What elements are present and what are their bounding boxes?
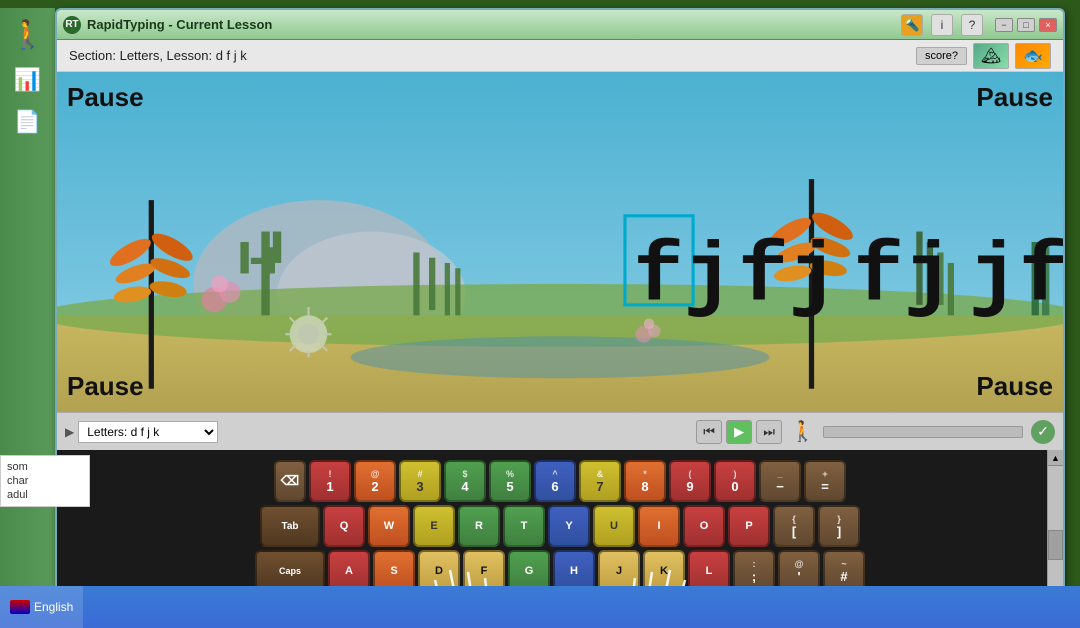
key-6[interactable]: ^6 bbox=[534, 460, 576, 502]
forward-button[interactable]: ⏭ bbox=[756, 420, 782, 444]
main-window: RT RapidTyping - Current Lesson 🔦 i ? − … bbox=[55, 8, 1065, 618]
scene-thumbnail-2[interactable]: 🐟 bbox=[1015, 43, 1051, 69]
key-7[interactable]: &7 bbox=[579, 460, 621, 502]
play-button[interactable]: ▶ bbox=[726, 420, 752, 444]
lesson-select[interactable]: Letters: d f j k bbox=[78, 421, 218, 443]
svg-text:fj: fj bbox=[633, 231, 734, 326]
pause-label-tl[interactable]: Pause bbox=[67, 82, 144, 113]
title-icons: 🔦 i ? bbox=[901, 14, 983, 36]
torch-icon-btn[interactable]: 🔦 bbox=[901, 14, 923, 36]
taskbar-english-item[interactable]: English bbox=[0, 586, 83, 628]
sidebar-item-som[interactable]: som bbox=[5, 460, 85, 474]
sidebar-item-adul[interactable]: adul bbox=[5, 488, 85, 502]
svg-text:fj: fj bbox=[738, 231, 839, 326]
key-backslash[interactable]: ⌫ bbox=[274, 460, 306, 502]
rewind-button[interactable]: ⏮ bbox=[696, 420, 722, 444]
key-5[interactable]: %5 bbox=[489, 460, 531, 502]
maximize-button[interactable]: □ bbox=[1017, 18, 1035, 32]
key-9[interactable]: (9 bbox=[669, 460, 711, 502]
title-bar: RT RapidTyping - Current Lesson 🔦 i ? − … bbox=[57, 10, 1063, 40]
section-text: Section: Letters, Lesson: d f j k bbox=[69, 48, 916, 63]
key-2[interactable]: @2 bbox=[354, 460, 396, 502]
pause-label-tr[interactable]: Pause bbox=[976, 82, 1053, 113]
key-lbracket[interactable]: {[ bbox=[773, 505, 815, 547]
controls-bar: ▶ Letters: d f j k ⏮ ▶ ⏭ 🚶 ✓ bbox=[57, 412, 1063, 450]
info-icon-btn[interactable]: i bbox=[931, 14, 953, 36]
sidebar-item-char[interactable]: char bbox=[5, 474, 85, 488]
close-button[interactable]: × bbox=[1039, 18, 1057, 32]
key-equals[interactable]: += bbox=[804, 460, 846, 502]
english-label: English bbox=[34, 600, 73, 614]
pause-label-br[interactable]: Pause bbox=[976, 371, 1053, 402]
progress-bar-wrap[interactable] bbox=[823, 426, 1023, 438]
scroll-up-arrow[interactable]: ▲ bbox=[1048, 450, 1063, 466]
title-bar-buttons: − □ × bbox=[995, 18, 1057, 32]
key-minus[interactable]: _− bbox=[759, 460, 801, 502]
key-0[interactable]: )0 bbox=[714, 460, 756, 502]
lesson-area: fj fj fj jf Pause Pause Pause Pause bbox=[57, 72, 1063, 412]
score-button[interactable]: score? bbox=[916, 47, 967, 65]
sidebar-walk-icon[interactable]: 🚶 bbox=[10, 18, 45, 51]
key-8[interactable]: *8 bbox=[624, 460, 666, 502]
ctrl-btn-group: ⏮ ▶ ⏭ bbox=[696, 420, 782, 444]
key-4[interactable]: $4 bbox=[444, 460, 486, 502]
check-indicator: ✓ bbox=[1031, 420, 1055, 444]
keyboard-row-0: ⌫ !1 @2 #3 $4 %5 ^6 &7 *8 (9 )0 _− += bbox=[194, 460, 926, 502]
ctrl-person-icon: 🚶 bbox=[790, 419, 815, 444]
sidebar-content: som char adul bbox=[0, 455, 90, 507]
help-icon-btn[interactable]: ? bbox=[961, 14, 983, 36]
sidebar-chart-icon[interactable]: 📊 bbox=[14, 67, 41, 93]
minimize-button[interactable]: − bbox=[995, 18, 1013, 32]
svg-text:fj: fj bbox=[853, 231, 954, 326]
window-title: RapidTyping - Current Lesson bbox=[87, 17, 901, 32]
sidebar: 🚶 📊 📄 bbox=[0, 8, 55, 608]
scene-thumbnail-1[interactable]: 🏔 bbox=[973, 43, 1009, 69]
taskbar: English bbox=[0, 586, 1080, 628]
key-3[interactable]: #3 bbox=[399, 460, 441, 502]
english-flag-icon bbox=[10, 600, 30, 614]
svg-text:jf: jf bbox=[969, 231, 1063, 326]
key-rbracket[interactable]: }] bbox=[818, 505, 860, 547]
pause-label-bl[interactable]: Pause bbox=[67, 371, 144, 402]
key-tab[interactable]: Tab bbox=[260, 505, 320, 547]
key-q[interactable]: Q bbox=[323, 505, 365, 547]
sidebar-doc-icon[interactable]: 📄 bbox=[14, 109, 41, 135]
scene-svg: fj fj fj jf bbox=[57, 72, 1063, 412]
key-1[interactable]: !1 bbox=[309, 460, 351, 502]
section-bar: Section: Letters, Lesson: d f j k score?… bbox=[57, 40, 1063, 72]
title-bar-icon: RT bbox=[63, 16, 81, 34]
section-right: score? 🏔 🐟 bbox=[916, 43, 1051, 69]
lesson-select-wrap: ▶ Letters: d f j k bbox=[65, 421, 218, 443]
scroll-thumb[interactable] bbox=[1048, 530, 1063, 560]
lesson-icon: ▶ bbox=[65, 425, 74, 439]
